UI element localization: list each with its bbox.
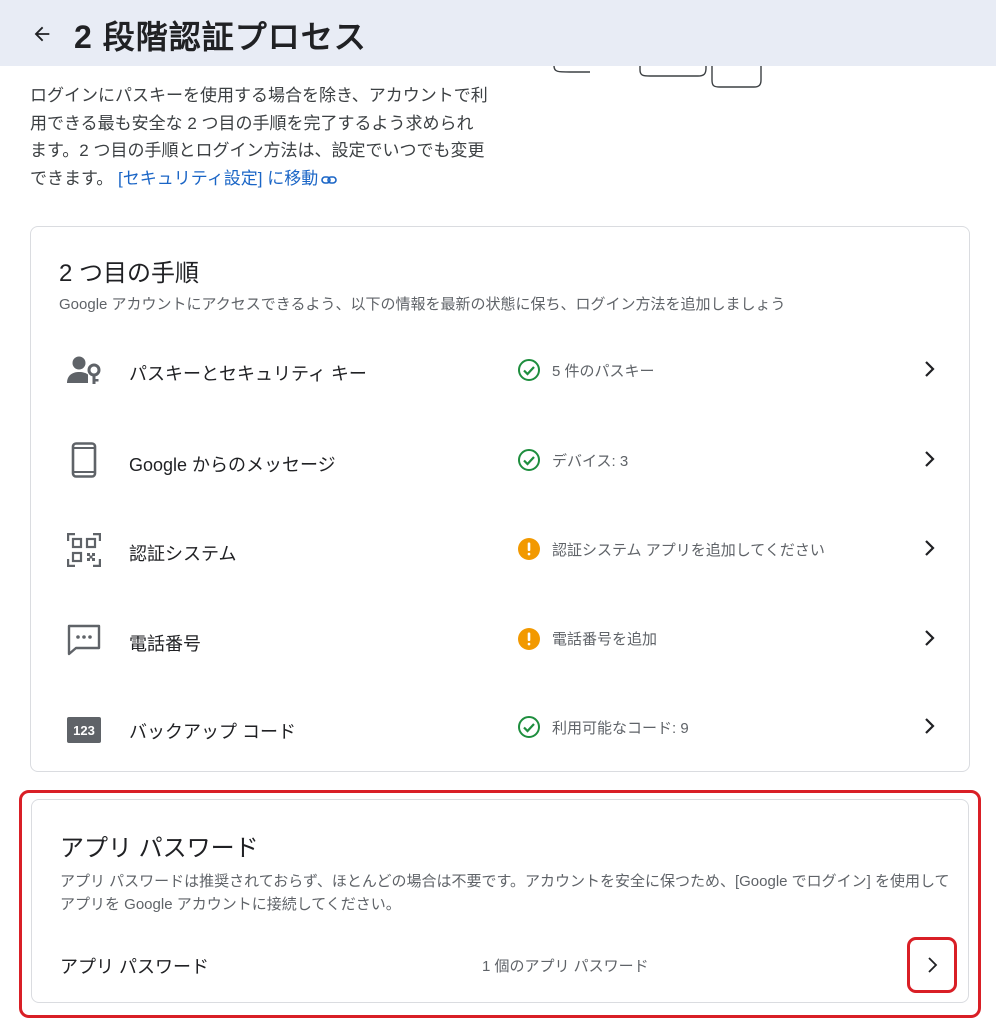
row-label: バックアップ コード <box>129 722 297 742</box>
row-google-prompts[interactable]: Google からのメッセージ デバイス: 3 <box>31 415 969 505</box>
second-steps-card: 2 つ目の手順 Google アカウントにアクセスできるよう、以下の情報を最新の… <box>30 226 970 772</box>
row-label: 電話番号 <box>129 634 201 654</box>
row-label: パスキーとセキュリティ キー <box>129 364 367 384</box>
row-status: 5 件のパスキー <box>552 363 655 380</box>
warning-icon <box>518 628 540 650</box>
chevron-right-icon <box>925 630 935 646</box>
second-steps-subtitle: Google アカウントにアクセスできるよう、以下の情報を最新の状態に保ち、ログ… <box>59 296 786 313</box>
chevron-right-icon <box>928 957 938 973</box>
row-label: Google からのメッセージ <box>129 455 336 475</box>
qr-code-icon <box>67 533 101 567</box>
row-app-passwords[interactable]: アプリ パスワード 1 個のアプリ パスワード <box>32 936 968 993</box>
row-backup-codes[interactable]: 123 バックアップ コード 利用可能なコード: 9 <box>31 685 969 775</box>
page-title: 2 段階認証プロセス <box>74 19 367 55</box>
row-authenticator[interactable]: 認証システム 認証システム アプリを追加してください <box>31 505 969 595</box>
chevron-right-icon <box>925 540 935 556</box>
security-settings-link[interactable]: [セキュリティ設定] に移動 <box>118 168 338 188</box>
row-phone-number[interactable]: 電話番号 電話番号を追加 <box>31 595 969 685</box>
sms-icon <box>67 623 101 657</box>
app-passwords-row-label: アプリ パスワード <box>60 957 210 977</box>
phone-icon <box>67 442 101 478</box>
link-icon <box>321 175 338 184</box>
row-status: デバイス: 3 <box>552 453 629 470</box>
security-settings-link-label: [セキュリティ設定] に移動 <box>118 168 319 188</box>
passkey-icon <box>67 353 101 387</box>
header-illustration <box>553 66 762 88</box>
app-passwords-count: 1 個のアプリ パスワード <box>482 958 649 975</box>
check-circle-icon <box>518 716 540 738</box>
app-passwords-card: アプリ パスワード アプリ パスワードは推奨されておらず、ほとんどの場合は不要で… <box>31 799 969 1003</box>
intro-paragraph: ログインにパスキーを使用する場合を除き、アカウントで利用できる最も安全な 2 つ… <box>30 82 490 192</box>
row-status: 認証システム アプリを追加してください <box>552 542 825 559</box>
app-passwords-open-button[interactable] <box>907 937 957 993</box>
check-circle-icon <box>518 449 540 471</box>
app-passwords-title: アプリ パスワード <box>60 835 259 862</box>
row-status: 電話番号を追加 <box>552 631 658 648</box>
chevron-right-icon <box>925 718 935 734</box>
row-status: 利用可能なコード: 9 <box>552 720 689 737</box>
backup-codes-icon: 123 <box>67 713 101 747</box>
warning-icon <box>518 538 540 560</box>
top-app-bar: 2 段階認証プロセス <box>0 0 996 66</box>
chevron-right-icon <box>925 451 935 467</box>
arrow-back-icon <box>34 26 50 42</box>
backup-codes-icon-text: 123 <box>73 723 95 738</box>
check-circle-icon <box>518 359 540 381</box>
row-passkeys[interactable]: パスキーとセキュリティ キー 5 件のパスキー <box>31 325 969 415</box>
second-steps-title: 2 つ目の手順 <box>59 260 200 287</box>
chevron-right-icon <box>925 361 935 377</box>
app-passwords-description: アプリ パスワードは推奨されておらず、ほとんどの場合は不要です。アカウントを安全… <box>60 873 950 913</box>
row-label: 認証システム <box>129 544 237 564</box>
back-button[interactable] <box>28 20 56 48</box>
